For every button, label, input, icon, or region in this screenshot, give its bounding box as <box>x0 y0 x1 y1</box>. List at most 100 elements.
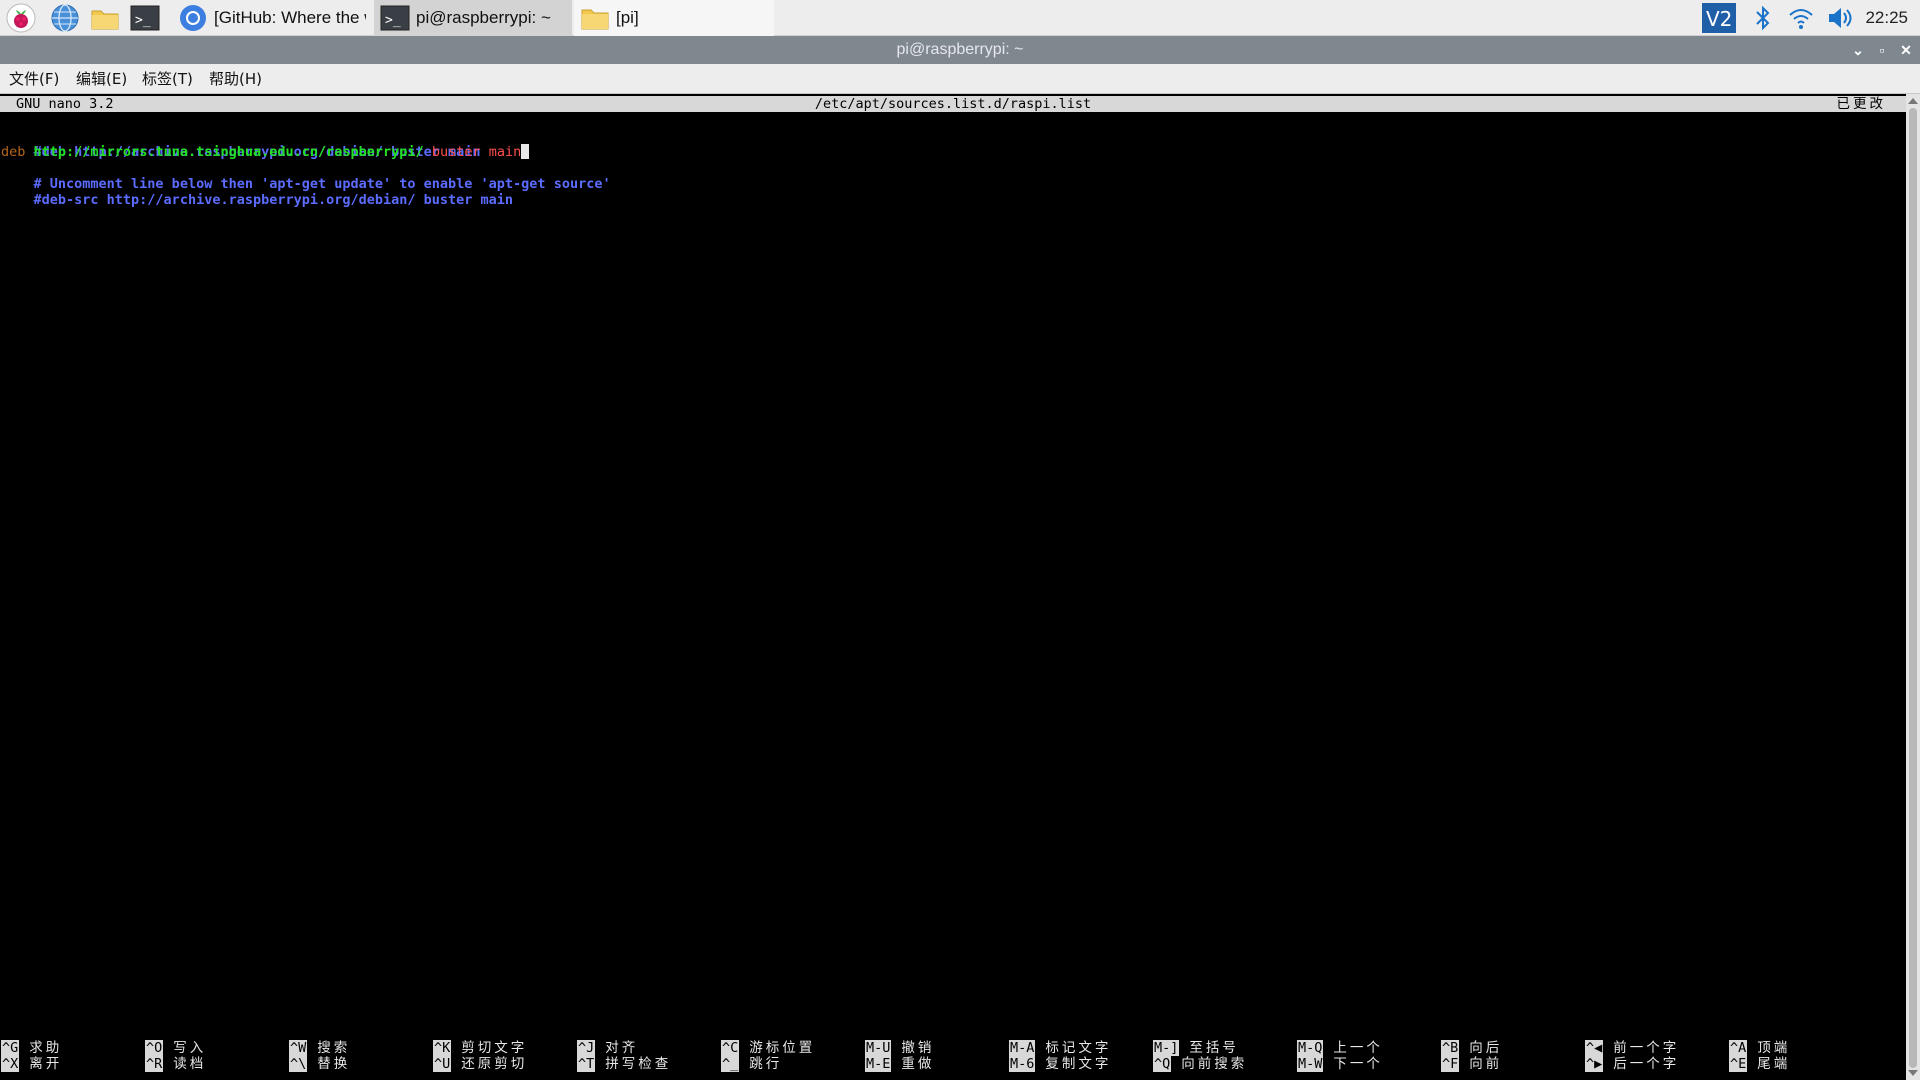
terminal-scrollbar[interactable] <box>1906 94 1920 1080</box>
nano-filename: /etc/apt/sources.list.d/raspi.list <box>814 96 1092 112</box>
shortcut-key: M-6 <box>1009 1056 1036 1072</box>
scroll-up-icon[interactable] <box>1908 98 1918 104</box>
menu-file[interactable]: 文件(F) <box>9 64 59 94</box>
shortcut-key: ^F <box>1441 1056 1460 1072</box>
terminal-icon: >_ <box>380 3 410 33</box>
browser-launcher-icon[interactable] <box>50 3 80 33</box>
window-title: pi@raspberrypi: ~ <box>896 41 1024 58</box>
shortcut-label: 还原剪切 <box>461 1056 528 1072</box>
shortcut-key: ^K <box>433 1040 452 1056</box>
shortcut-item[interactable]: ^O 写入 <box>145 1040 206 1056</box>
editor-line[interactable]: # Uncomment line below then 'apt-get upd… <box>1 160 611 192</box>
shortcut-label: 顶端 <box>1757 1040 1791 1056</box>
chromium-icon <box>178 3 208 33</box>
shortcut-key: ^A <box>1729 1040 1748 1056</box>
shortcut-item[interactable]: ^A 顶端 <box>1729 1040 1790 1056</box>
window-titlebar[interactable]: pi@raspberrypi: ~ ⌄ ▫ ✕ <box>0 36 1920 64</box>
shortcut-item[interactable]: M-U 撤销 <box>865 1040 934 1056</box>
shortcut-label: 后一个字 <box>1613 1056 1680 1072</box>
close-icon[interactable]: ✕ <box>1896 40 1916 60</box>
shortcut-key: M-A <box>1009 1040 1036 1056</box>
editor-line[interactable]: deb http://mirrors.tuna.tsinghua.edu.cn/… <box>1 144 530 160</box>
clock[interactable]: 22:25 <box>1865 0 1908 36</box>
volume-icon[interactable] <box>1826 3 1856 33</box>
shortcut-label: 尾端 <box>1757 1056 1791 1072</box>
shortcut-item[interactable]: ^B 向后 <box>1441 1040 1502 1056</box>
shortcut-item[interactable]: ^K 剪切文字 <box>433 1040 527 1056</box>
shortcut-item[interactable]: ^_ 跳行 <box>721 1056 782 1072</box>
shortcut-label: 对齐 <box>605 1040 639 1056</box>
shortcut-item[interactable]: M-A 标记文字 <box>1009 1040 1111 1056</box>
shortcut-item[interactable]: ^F 向前 <box>1441 1056 1502 1072</box>
shortcut-item[interactable]: M-Q 上一个 <box>1297 1040 1383 1056</box>
shortcut-item[interactable]: M-] 至括号 <box>1153 1040 1239 1056</box>
shortcut-item[interactable]: ^X 离开 <box>1 1056 62 1072</box>
shortcut-label: 求助 <box>29 1040 63 1056</box>
shortcut-item[interactable]: ^R 读档 <box>145 1056 206 1072</box>
shortcut-label: 写入 <box>173 1040 207 1056</box>
shortcut-item[interactable]: M-6 复制文字 <box>1009 1056 1111 1072</box>
vnc-icon[interactable]: V2 <box>1702 3 1736 33</box>
shortcut-key: ^Q <box>1153 1056 1172 1072</box>
bluetooth-icon[interactable] <box>1752 3 1774 33</box>
shortcut-label: 替换 <box>317 1056 351 1072</box>
menu-edit[interactable]: 编辑(E) <box>76 64 127 94</box>
shortcut-key: ^◀ <box>1585 1040 1604 1056</box>
shortcut-key: M-] <box>1153 1040 1180 1056</box>
minimize-icon[interactable]: ⌄ <box>1848 40 1868 60</box>
shortcut-item[interactable]: ^G 求助 <box>1 1040 62 1056</box>
shortcut-label: 拼写检查 <box>605 1056 672 1072</box>
file-manager-launcher-icon[interactable] <box>90 3 120 33</box>
terminal-area[interactable]: GNU nano 3.2 /etc/apt/sources.list.d/ras… <box>0 94 1906 1080</box>
shortcut-key: ^R <box>145 1056 164 1072</box>
shortcut-key: ^X <box>1 1056 20 1072</box>
menu-help[interactable]: 帮助(H) <box>209 64 262 94</box>
menu-tabs[interactable]: 标签(T) <box>142 64 193 94</box>
shortcut-item[interactable]: ^\ 替换 <box>289 1056 350 1072</box>
shortcut-label: 前一个字 <box>1613 1040 1680 1056</box>
shortcut-label: 向后 <box>1469 1040 1503 1056</box>
shortcut-key: ^_ <box>721 1056 740 1072</box>
shortcut-item[interactable]: ^C 游标位置 <box>721 1040 815 1056</box>
scroll-down-icon[interactable] <box>1908 1070 1918 1076</box>
raspberry-menu-icon[interactable] <box>6 3 36 33</box>
shortcut-key: ^U <box>433 1056 452 1072</box>
line-type: deb <box>1 144 26 160</box>
task-file-manager[interactable]: [pi] <box>574 0 774 36</box>
task-terminal[interactable]: >_ pi@raspberrypi: ~ <box>374 0 572 36</box>
task-chromium[interactable]: [GitHub: Where the w... <box>172 0 372 36</box>
taskbar: >_ [GitHub: Where the w... >_ pi@raspber… <box>0 0 1920 36</box>
shortcut-item[interactable]: ^▶ 后一个字 <box>1585 1056 1679 1072</box>
wifi-icon[interactable] <box>1788 3 1814 33</box>
shortcut-key: ^▶ <box>1585 1056 1604 1072</box>
shortcut-item[interactable]: M-W 下一个 <box>1297 1056 1383 1072</box>
shortcut-key: ^B <box>1441 1040 1460 1056</box>
editor-line[interactable]: #deb http://archive.raspberrypi.org/debi… <box>1 128 481 160</box>
shortcut-item[interactable]: ^U 还原剪切 <box>433 1056 527 1072</box>
shortcut-item[interactable]: ^Q 向前搜索 <box>1153 1056 1247 1072</box>
shortcut-item[interactable]: M-E 重做 <box>865 1056 934 1072</box>
shortcut-label: 离开 <box>29 1056 63 1072</box>
scrollbar-thumb[interactable] <box>1909 108 1917 1068</box>
shortcut-label: 撤销 <box>901 1040 935 1056</box>
shortcut-key: ^O <box>145 1040 164 1056</box>
terminal-launcher-icon[interactable]: >_ <box>130 3 160 33</box>
shortcut-item[interactable]: ^T 拼写检查 <box>577 1056 671 1072</box>
shortcut-item[interactable]: ^W 搜索 <box>289 1040 350 1056</box>
shortcut-label: 跳行 <box>749 1056 783 1072</box>
maximize-icon[interactable]: ▫ <box>1872 40 1892 60</box>
editor-line[interactable]: #deb-src http://archive.raspberrypi.org/… <box>1 176 514 208</box>
shortcut-label: 读档 <box>173 1056 207 1072</box>
shortcut-item[interactable]: ^J 对齐 <box>577 1040 638 1056</box>
menubar: 文件(F) 编辑(E) 标签(T) 帮助(H) <box>0 64 1920 94</box>
shortcut-key: ^\ <box>289 1056 308 1072</box>
shortcut-label: 至括号 <box>1189 1040 1239 1056</box>
shortcut-item[interactable]: ^◀ 前一个字 <box>1585 1040 1679 1056</box>
shortcut-item[interactable]: ^E 尾端 <box>1729 1056 1790 1072</box>
task-label: [pi] <box>616 8 639 27</box>
shortcut-label: 搜索 <box>317 1040 351 1056</box>
vnc-label: V2 <box>1706 7 1732 31</box>
shortcut-label: 重做 <box>901 1056 935 1072</box>
nano-header: GNU nano 3.2 /etc/apt/sources.list.d/ras… <box>0 96 1906 112</box>
line-dist: buster main <box>431 144 522 160</box>
